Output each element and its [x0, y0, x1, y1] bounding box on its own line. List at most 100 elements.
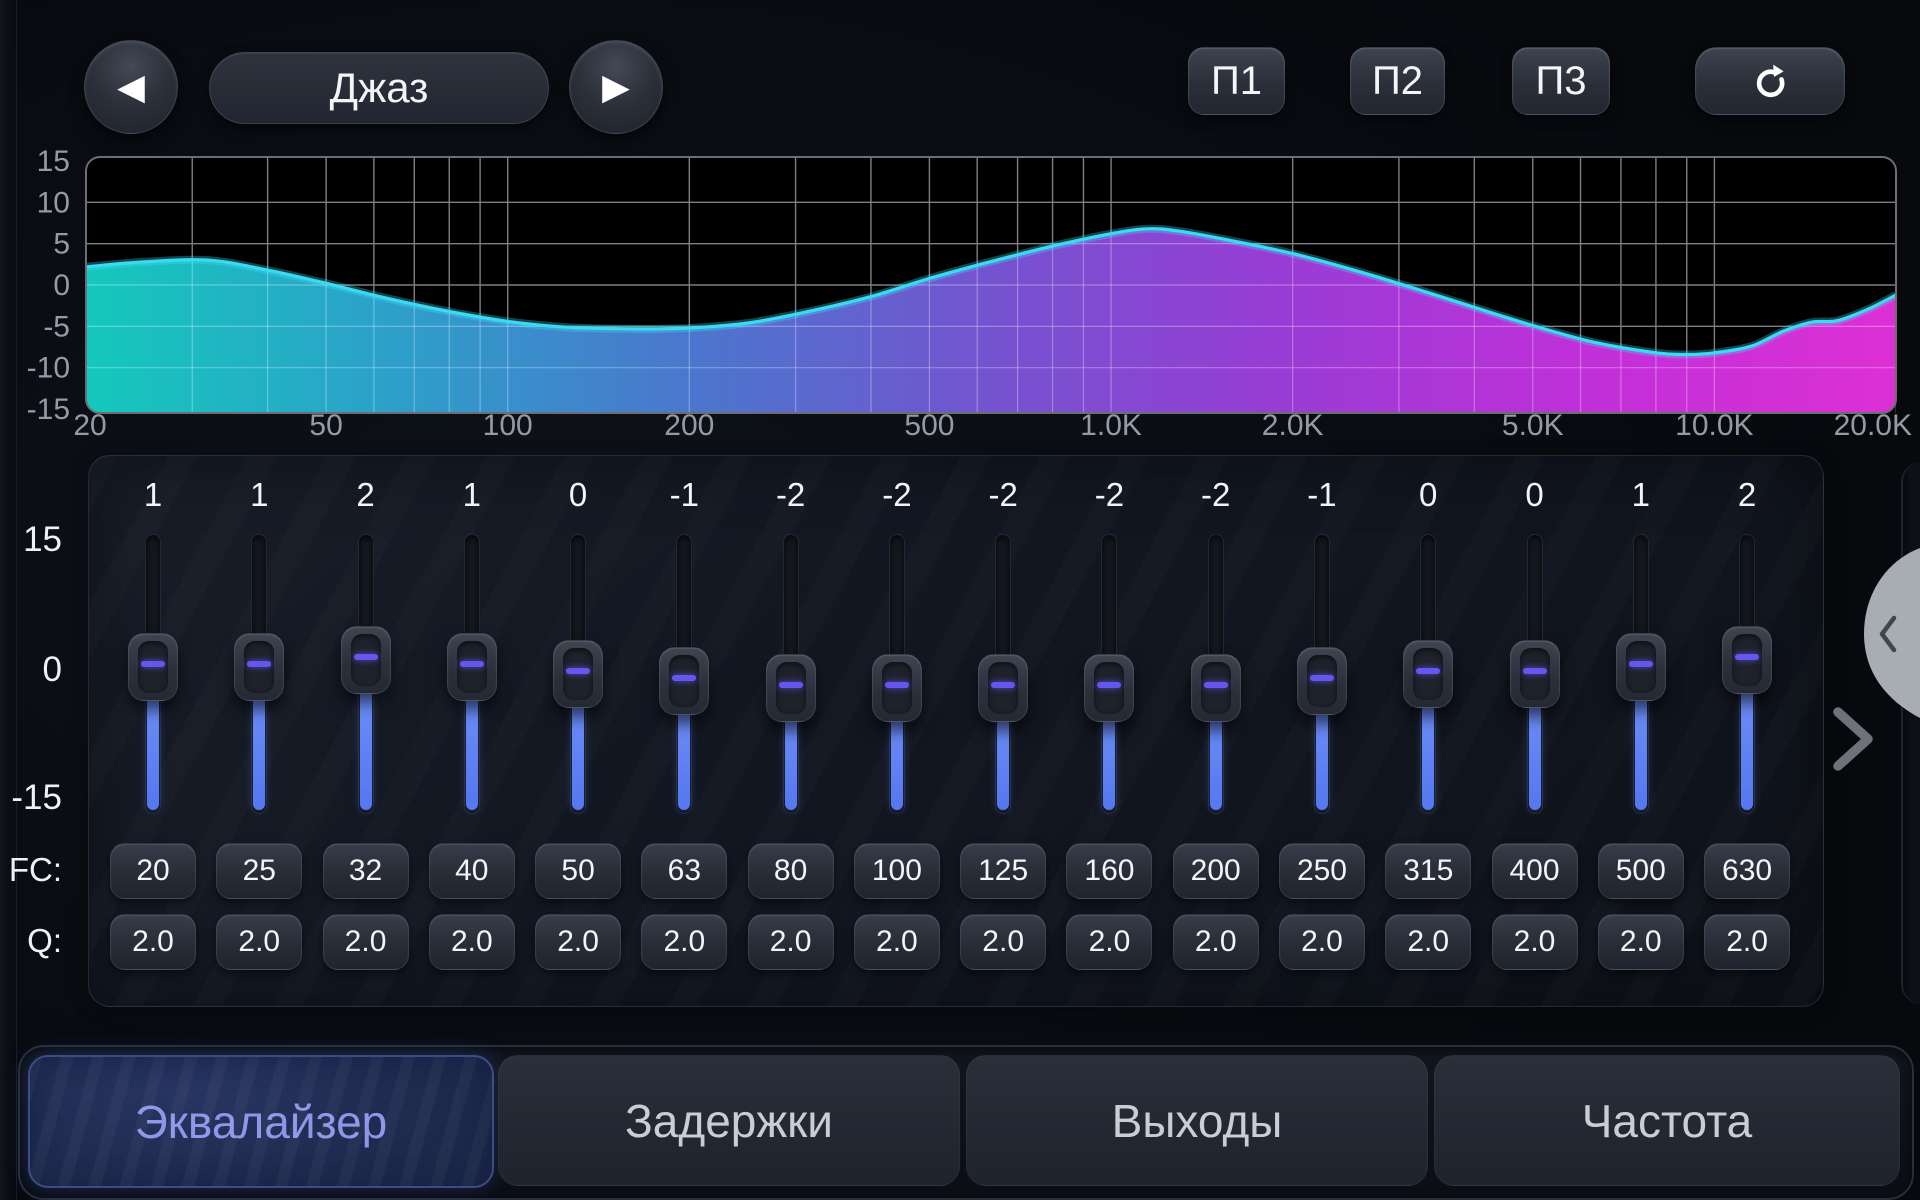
band-gain-value: -1 — [1269, 476, 1375, 514]
slider-thumb[interactable] — [1297, 647, 1347, 715]
band-fc-button[interactable]: 100 — [854, 843, 940, 899]
band-gain-value: -2 — [1056, 476, 1162, 514]
slider-thumb[interactable] — [659, 647, 709, 715]
band-gain-value: -2 — [950, 476, 1056, 514]
band-q-button[interactable]: 2.0 — [748, 914, 834, 970]
slider-thumb[interactable] — [1191, 654, 1241, 722]
tab-outputs[interactable]: Выходы — [966, 1055, 1428, 1186]
slider-fill — [1103, 714, 1115, 810]
slider-thumb[interactable] — [1510, 640, 1560, 708]
axis-tick-label: 20.0K — [1834, 409, 1912, 442]
preset-name: Джаз — [330, 64, 429, 112]
band-q-button[interactable]: 2.0 — [535, 914, 621, 970]
slider-thumb[interactable] — [341, 626, 391, 694]
slider-thumb[interactable] — [1403, 640, 1453, 708]
slider-thumb[interactable] — [872, 654, 922, 722]
preset-selector[interactable]: Джаз — [209, 52, 549, 124]
axis-tick-label: 200 — [664, 409, 714, 442]
band-q-button[interactable]: 2.0 — [1173, 914, 1259, 970]
memory-slot-2-button[interactable]: П2 — [1350, 47, 1445, 115]
next-arrow-icon: ▶ — [602, 66, 630, 108]
slider-fill — [1210, 714, 1222, 810]
axis-tick-label: 1.0K — [1080, 409, 1142, 442]
band-fc-button[interactable]: 250 — [1279, 843, 1365, 899]
axis-tick-label: 15 — [37, 145, 70, 178]
memory-slot-2-label: П2 — [1372, 59, 1423, 104]
eq-band: 2322.0 — [313, 456, 419, 1006]
slider-thumb[interactable] — [978, 654, 1028, 722]
band-q-button[interactable]: 2.0 — [1598, 914, 1684, 970]
axis-tick-label: 10.0K — [1675, 409, 1753, 442]
slider-fill — [891, 714, 903, 810]
slider-scale-min-label: -15 — [0, 778, 62, 818]
band-q-button[interactable]: 2.0 — [1704, 914, 1790, 970]
band-fc-button[interactable]: 315 — [1385, 843, 1471, 899]
memory-slot-1-button[interactable]: П1 — [1188, 47, 1285, 115]
band-fc-button[interactable]: 25 — [216, 843, 302, 899]
band-q-button[interactable]: 2.0 — [429, 914, 515, 970]
band-fc-button[interactable]: 80 — [748, 843, 834, 899]
axis-tick-label: 0 — [53, 269, 70, 302]
band-q-button[interactable]: 2.0 — [1385, 914, 1471, 970]
tab-equalizer[interactable]: Эквалайзер — [28, 1055, 494, 1188]
band-fc-button[interactable]: 500 — [1598, 843, 1684, 899]
slider-fill — [253, 693, 265, 810]
eq-band: 2 630 2.0 — [1694, 456, 1800, 1006]
axis-tick-label: 5 — [53, 228, 70, 261]
band-gain-value: 2 — [1694, 476, 1800, 514]
more-bands-button[interactable] — [1824, 704, 1884, 774]
band-fc-button[interactable]: 125 — [960, 843, 1046, 899]
equalizer-screen: ◀ Джаз ▶ П1 П2 П3 151050-5-10-1520501002… — [0, 0, 1920, 1200]
eq-band: -1 250 2.0 — [1269, 456, 1375, 1006]
memory-slot-3-button[interactable]: П3 — [1512, 47, 1610, 115]
preset-next-button[interactable]: ▶ — [569, 40, 663, 134]
band-fc-button[interactable]: 50 — [535, 843, 621, 899]
band-fc-button[interactable]: 32 — [323, 843, 409, 899]
eq-band: 04002.0 — [1482, 456, 1588, 1006]
slider-thumb[interactable] — [234, 633, 284, 701]
slider-fill — [1316, 707, 1328, 810]
slider-thumb[interactable] — [766, 654, 816, 722]
axis-tick-label: 5.0K — [1502, 409, 1564, 442]
band-fc-button[interactable]: 63 — [641, 843, 727, 899]
band-fc-button[interactable]: 40 — [429, 843, 515, 899]
slider-thumb[interactable] — [128, 633, 178, 701]
band-q-button[interactable]: 2.0 — [110, 914, 196, 970]
reset-button[interactable] — [1695, 47, 1845, 115]
slider-fill — [1529, 700, 1541, 810]
slider-thumb[interactable] — [447, 633, 497, 701]
slider-thumb[interactable] — [1722, 626, 1772, 694]
axis-tick-label: -10 — [27, 352, 70, 385]
axis-tick-label: 500 — [904, 409, 954, 442]
band-gain-value: 1 — [419, 476, 525, 514]
slider-thumb[interactable] — [553, 640, 603, 708]
bottom-tab-bar: Эквалайзер Задержки Выходы Частота — [18, 1045, 1914, 1200]
preset-prev-button[interactable]: ◀ — [84, 40, 178, 134]
tab-delays[interactable]: Задержки — [498, 1055, 960, 1186]
band-q-button[interactable]: 2.0 — [1279, 914, 1365, 970]
slider-thumb[interactable] — [1084, 654, 1134, 722]
eq-band: 03152.0 — [1375, 456, 1481, 1006]
band-q-button[interactable]: 2.0 — [854, 914, 940, 970]
band-q-button[interactable]: 2.0 — [323, 914, 409, 970]
band-q-button[interactable]: 2.0 — [960, 914, 1046, 970]
band-q-button[interactable]: 2.0 — [1066, 914, 1152, 970]
axis-tick-label: -15 — [27, 393, 70, 426]
band-gain-value: 1 — [100, 476, 206, 514]
eq-band: 0502.0 — [525, 456, 631, 1006]
eq-band: -2 160 2.0 — [1056, 456, 1162, 1006]
axis-tick-label: 20 — [73, 409, 106, 442]
band-q-button[interactable]: 2.0 — [641, 914, 727, 970]
axis-tick-label: 2.0K — [1262, 409, 1324, 442]
band-fc-button[interactable]: 400 — [1492, 843, 1578, 899]
eq-band: 15002.0 — [1588, 456, 1694, 1006]
band-fc-button[interactable]: 20 — [110, 843, 196, 899]
slider-thumb[interactable] — [1616, 633, 1666, 701]
tab-frequency[interactable]: Частота — [1434, 1055, 1900, 1186]
band-fc-button[interactable]: 630 — [1704, 843, 1790, 899]
band-fc-button[interactable]: 200 — [1173, 843, 1259, 899]
band-q-button[interactable]: 2.0 — [216, 914, 302, 970]
band-fc-button[interactable]: 160 — [1066, 843, 1152, 899]
band-q-button[interactable]: 2.0 — [1492, 914, 1578, 970]
side-drawer-handle[interactable] — [1850, 540, 1920, 730]
